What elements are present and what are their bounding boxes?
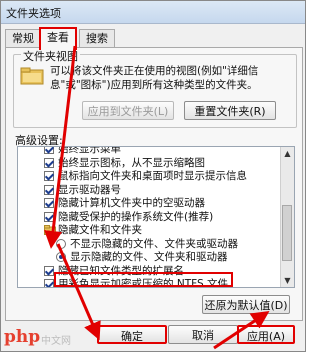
tab-search[interactable]: 搜索 [79,29,115,48]
scroll-up-arrow-icon[interactable]: ▲ [281,147,294,160]
watermark-text: 中文网 [41,336,71,347]
tab-bar: 常规 查看 搜索 [5,27,301,50]
checkbox[interactable] [44,157,54,168]
settings-row-label: 隐藏文件和文件夹 [58,224,142,236]
title-bar: 文件夹选项 [1,1,305,24]
radio-button[interactable] [56,252,66,262]
window-title: 文件夹选项 [6,7,61,20]
show-hidden-highlight [54,272,233,287]
checkbox[interactable] [44,171,54,181]
radio-button[interactable] [56,238,66,249]
tab-view[interactable]: 查看 [39,27,77,50]
scroll-down-arrow-icon[interactable]: ▼ [281,274,294,287]
checkbox[interactable] [44,211,54,222]
folder-icon [44,225,56,235]
watermark-logo: php [4,327,41,347]
folder-view-label: 文件夹视图 [21,48,80,64]
folder-view-icon [20,67,44,85]
settings-row-label: 隐藏受保护的操作系统文件(推荐) [58,210,214,223]
folder-view-group: 文件夹视图 可以将该文件夹正在使用的视图(例如"详细信息"或"图标")应用到所有… [13,48,297,128]
tab-general[interactable]: 常规 [5,29,41,48]
checkbox[interactable] [44,279,54,287]
settings-row-label: 显示驱动器号 [58,183,121,196]
checkbox[interactable] [44,265,54,276]
settings-row-label: 隐藏计算机文件夹中的空驱动器 [58,197,205,209]
vertical-scrollbar[interactable]: ▲ ▼ [280,147,294,287]
settings-row-label: 始终显示菜单 [58,146,121,155]
checkbox[interactable] [44,147,54,154]
checkbox[interactable] [44,184,54,195]
settings-row-label: 显示隐藏的文件、文件夹和驱动器 [70,251,228,263]
folder-options-dialog: 文件夹选项 常规 查看 搜索 文件夹视图 可以将该文件夹正在使用的视图(例如"详… [0,0,306,352]
advanced-settings-list[interactable]: 始终显示菜单 始终显示图标，从不显示缩略图 鼠标指向文件夹和桌面项时显示提示信息 显示… [17,146,295,288]
reset-folders-button[interactable]: 重置文件夹(R) [184,101,276,120]
settings-row-label: 不显示隐藏的文件、文件夹或驱动器 [70,237,238,250]
restore-defaults-button[interactable]: 还原为默认值(D) [202,295,290,314]
ok-button[interactable]: 确定 [97,325,167,344]
scrollbar-thumb[interactable] [282,205,292,261]
settings-row-label: 始终显示图标，从不显示缩略图 [58,156,205,169]
cancel-button[interactable]: 取消 [168,325,238,344]
checkbox[interactable] [44,198,54,208]
settings-row-label: 鼠标指向文件夹和桌面项时显示提示信息 [58,170,247,182]
view-tab-panel: 文件夹视图 可以将该文件夹正在使用的视图(例如"详细信息"或"图标")应用到所有… [5,47,303,321]
apply-to-folders-button[interactable]: 应用到文件夹(L) [82,101,174,120]
folder-view-description: 可以将该文件夹正在使用的视图(例如"详细信息"或"图标")应用到所有这种类型的文… [50,65,259,91]
apply-button[interactable]: 应用(A) [237,325,295,344]
